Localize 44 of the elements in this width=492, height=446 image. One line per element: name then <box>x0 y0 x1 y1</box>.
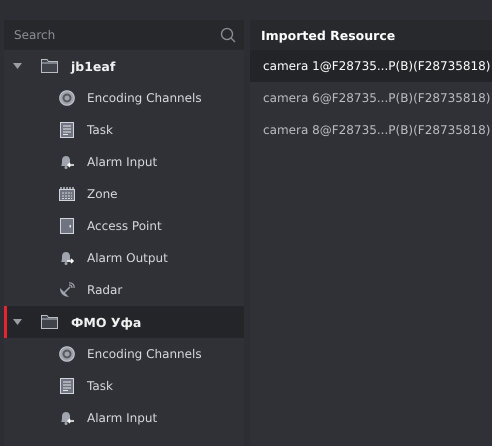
door-icon <box>59 218 75 234</box>
tree-item[interactable]: Encoding Channels <box>4 82 244 114</box>
resource-row[interactable]: camera 1@F28735...P(B)(F28735818) <box>250 50 492 82</box>
tree-item[interactable]: Task <box>4 370 244 402</box>
panel-title: Imported Resource <box>261 28 396 42</box>
search-icon <box>220 27 236 43</box>
tree-item-label: Task <box>87 123 113 137</box>
folder-icon <box>41 59 58 73</box>
tree-item[interactable]: Alarm Input <box>4 146 244 178</box>
tree-item-label: Alarm Output <box>87 251 168 265</box>
calendar-grid-icon <box>59 187 75 201</box>
bell-icon <box>59 154 75 170</box>
caret-icon[interactable] <box>13 319 22 325</box>
document-icon <box>59 378 75 394</box>
tree-item-label: Alarm Input <box>87 155 158 169</box>
tree-item[interactable]: Radar <box>4 274 244 306</box>
tree-item-label: Task <box>87 379 113 393</box>
group-label: jb1eaf <box>71 58 116 74</box>
tree-item[interactable]: Task <box>4 114 244 146</box>
tree-item[interactable]: Zone <box>4 178 244 210</box>
caret-icon[interactable] <box>13 63 22 69</box>
tree-item[interactable]: Encoding Channels <box>4 338 244 370</box>
search-field[interactable]: Search <box>4 20 244 50</box>
tree-item-label: Radar <box>87 283 122 297</box>
tree-item[interactable]: Alarm Input <box>4 402 244 434</box>
tree-item[interactable]: Access Point <box>4 210 244 242</box>
tree-item-label: Access Point <box>87 219 162 233</box>
satellite-dish-icon <box>59 282 75 298</box>
tree-item-label: Alarm Input <box>87 411 158 425</box>
tree-item-label: Zone <box>87 187 118 201</box>
camera-lens-icon <box>59 90 75 106</box>
resource-row[interactable]: camera 8@F28735...P(B)(F28735818) <box>250 114 492 146</box>
document-icon <box>59 122 75 138</box>
bell-icon <box>59 250 75 266</box>
tree-group-row[interactable]: ФМО Уфа <box>4 306 244 338</box>
tree-group-row[interactable]: jb1eaf <box>4 50 244 82</box>
bell-icon <box>59 410 75 426</box>
tree-item[interactable]: Alarm Output <box>4 242 244 274</box>
resource-row[interactable]: camera 6@F28735...P(B)(F28735818) <box>250 82 492 114</box>
folder-icon <box>41 315 58 329</box>
tree-item-label: Encoding Channels <box>87 347 202 361</box>
group-label: ФМО Уфа <box>71 314 142 330</box>
camera-lens-icon <box>59 346 75 362</box>
tree-item-label: Encoding Channels <box>87 91 202 105</box>
